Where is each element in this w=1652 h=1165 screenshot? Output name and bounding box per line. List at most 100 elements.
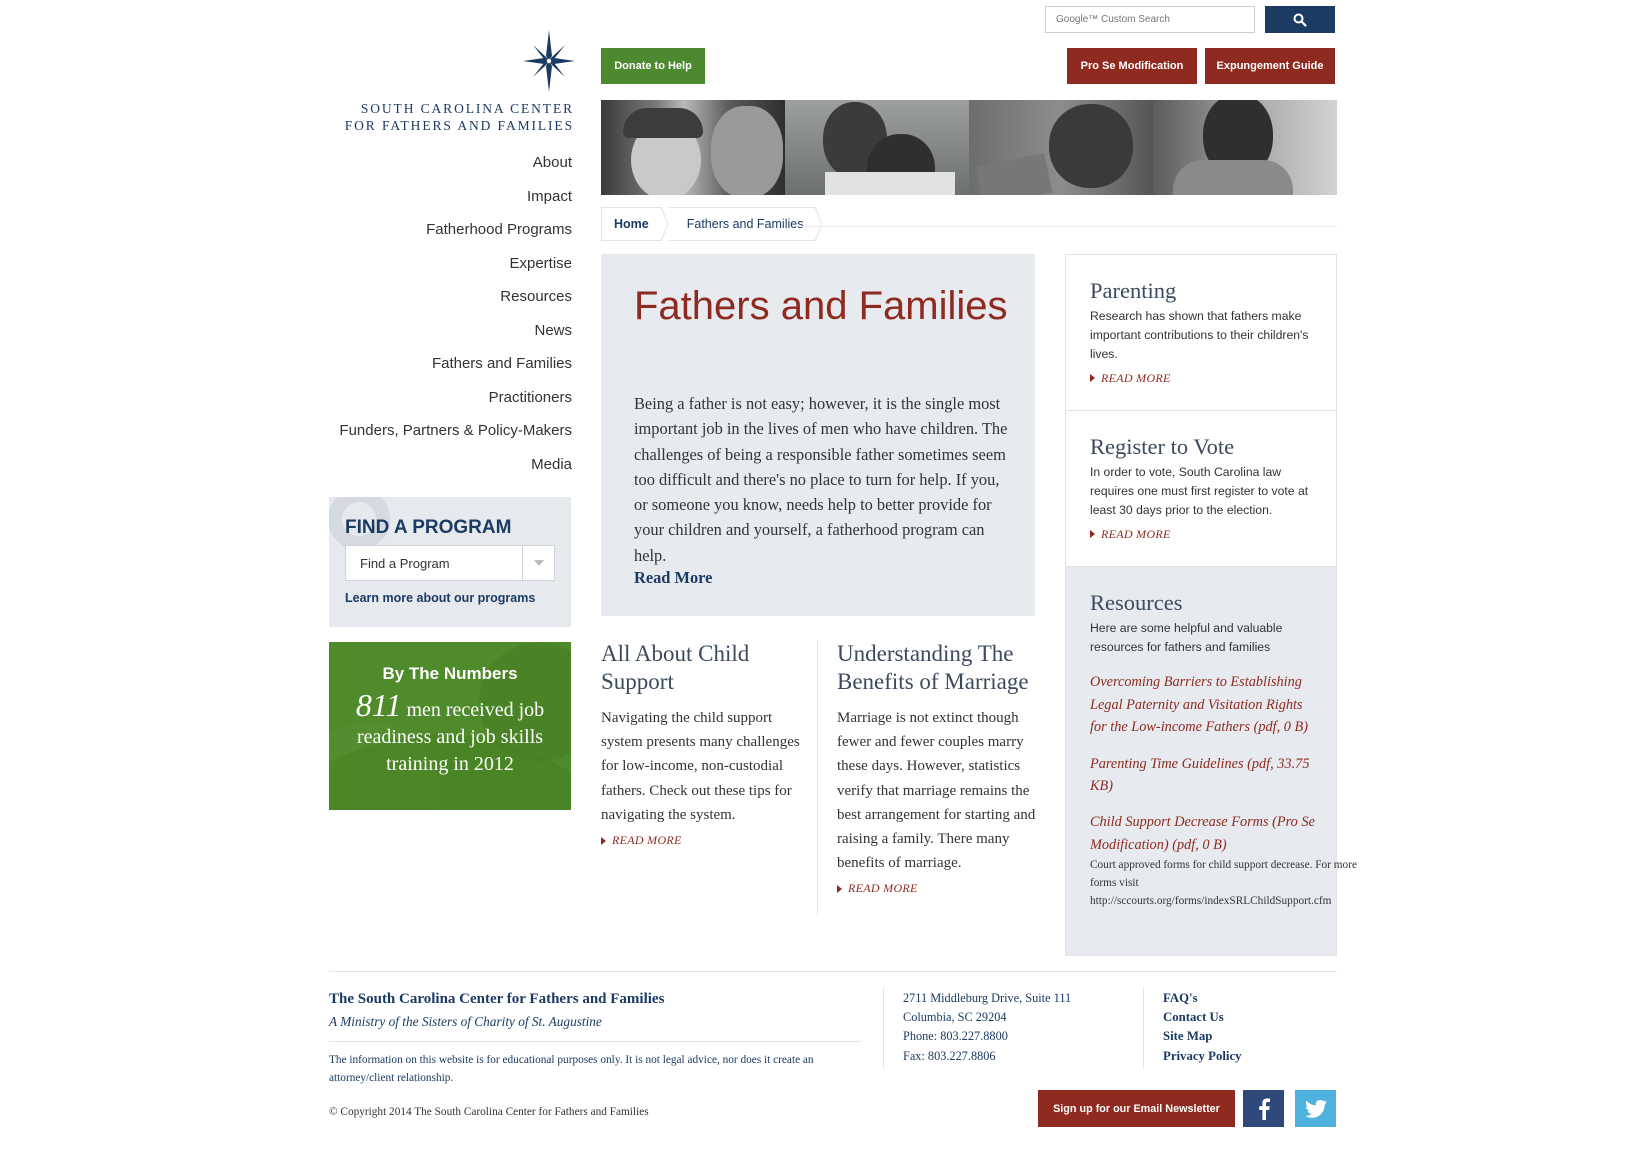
arrow-right-icon (1090, 374, 1095, 383)
article-marriage: Understanding The Benefits of Marriage M… (837, 640, 1037, 896)
banner-photo-3 (969, 100, 1153, 195)
arrow-right-icon (837, 884, 842, 893)
breadcrumb-current: Fathers and Families (668, 207, 816, 241)
chevron-down-icon[interactable] (522, 546, 554, 580)
by-the-numbers-title: By The Numbers (382, 664, 518, 683)
article-read-more-link[interactable]: READ MORE (837, 881, 1037, 896)
footer-ministry: A Ministry of the Sisters of Charity of … (329, 1014, 602, 1029)
footer-link-sitemap[interactable]: Site Map (1163, 1027, 1242, 1046)
nav-item-about[interactable]: About (320, 152, 572, 186)
register-vote-title[interactable]: Register to Vote (1090, 433, 1312, 461)
banner-photo-2 (785, 100, 969, 195)
nav-item-resources[interactable]: Resources (320, 286, 572, 320)
hero-body: Being a father is not easy; however, it … (634, 394, 1008, 565)
read-more-label: READ MORE (848, 881, 918, 896)
footer-org-name: The South Carolina Center for Fathers an… (329, 991, 665, 1007)
breadcrumb-rule (800, 226, 1337, 227)
find-program-select-value: Find a Program (360, 555, 450, 571)
register-vote-box: Register to Vote In order to vote, South… (1066, 411, 1336, 567)
resource-link-paternity[interactable]: Overcoming Barriers to Establishing Lega… (1090, 671, 1320, 738)
footer-copyright: © Copyright 2014 The South Carolina Cent… (329, 1106, 649, 1118)
footer-address: 2711 Middleburg Drive, Suite 111 Columbi… (903, 989, 1071, 1066)
nav-item-impact[interactable]: Impact (320, 186, 572, 220)
search-button[interactable] (1265, 6, 1335, 33)
footer-link-contact[interactable]: Contact Us (1163, 1008, 1242, 1027)
footer-divider (1143, 988, 1144, 1068)
footer-inner-rule (329, 1041, 861, 1042)
breadcrumb-home[interactable]: Home (601, 207, 661, 241)
donate-button[interactable]: Donate to Help (601, 48, 705, 84)
article-body: Navigating the child support system pres… (601, 710, 800, 823)
banner-photo-1 (601, 100, 785, 195)
learn-more-programs-link[interactable]: Learn more about our programs (345, 591, 535, 605)
resource-link-child-support-forms[interactable]: Child Support Decrease Forms (Pro Se Mod… (1090, 811, 1320, 856)
find-program-box: FIND A PROGRAM Find a Program Learn more… (329, 497, 571, 627)
register-vote-body: In order to vote, South Carolina law req… (1090, 465, 1309, 518)
read-more-label: READ MORE (612, 833, 682, 848)
read-more-label: READ MORE (1101, 370, 1171, 385)
facebook-icon[interactable] (1243, 1090, 1284, 1127)
resources-title[interactable]: Resources (1090, 589, 1312, 617)
main-nav: About Impact Fatherhood Programs Experti… (320, 152, 572, 487)
nav-item-fatherhood-programs[interactable]: Fatherhood Programs (320, 219, 572, 253)
register-vote-read-more-link[interactable]: READ MORE (1090, 527, 1312, 542)
stat-value: 811 (355, 687, 402, 723)
address-line: Columbia, SC 29204 (903, 1010, 1007, 1025)
footer-rule (329, 971, 1337, 972)
nav-item-fathers-and-families[interactable]: Fathers and Families (320, 353, 572, 387)
parenting-title[interactable]: Parenting (1090, 277, 1312, 305)
compass-star-icon[interactable] (523, 30, 575, 92)
arrow-right-icon (1090, 530, 1095, 539)
breadcrumb-end-icon (815, 207, 823, 241)
nav-item-expertise[interactable]: Expertise (320, 253, 572, 287)
read-more-label: READ MORE (1101, 526, 1171, 541)
page-title: Fathers and Families (634, 284, 1008, 328)
nav-item-practitioners[interactable]: Practitioners (320, 387, 572, 421)
logo-line-1: SOUTH CAROLINA CENTER (360, 101, 574, 116)
address-fax: Fax: 803.227.8806 (903, 1048, 996, 1063)
parenting-box: Parenting Research has shown that father… (1066, 255, 1336, 411)
by-the-numbers-stat: 811 men received job readiness and job s… (329, 689, 571, 778)
resources-body: Here are some helpful and valuable resou… (1090, 621, 1283, 655)
by-the-numbers-box: By The Numbers 811 men received job read… (329, 642, 571, 810)
breadcrumb-separator-icon (660, 207, 669, 241)
address-line: 2711 Middleburg Drive, Suite 111 (903, 991, 1072, 1005)
resource-link-parenting-time[interactable]: Parenting Time Guidelines (pdf, 33.75 KB… (1090, 753, 1320, 798)
parenting-body: Research has shown that fathers make imp… (1090, 309, 1309, 362)
arrow-right-icon (601, 836, 606, 845)
hero-panel: Fathers and Families Being a father is n… (601, 254, 1035, 616)
footer-links: FAQ's Contact Us Site Map Privacy Policy (1163, 989, 1242, 1066)
article-read-more-link[interactable]: READ MORE (601, 833, 801, 848)
photo-banner (601, 100, 1337, 195)
nav-item-media[interactable]: Media (320, 454, 572, 488)
newsletter-signup-button[interactable]: Sign up for our Email Newsletter (1038, 1090, 1235, 1127)
nav-item-funders[interactable]: Funders, Partners & Policy-Makers (320, 420, 572, 454)
find-program-select[interactable]: Find a Program (345, 545, 555, 581)
site-logo-text[interactable]: SOUTH CAROLINA CENTER FOR FATHERS AND FA… (320, 100, 574, 134)
column-divider (817, 640, 818, 915)
expungement-guide-button[interactable]: Expungement Guide (1205, 48, 1335, 84)
article-title[interactable]: Understanding The Benefits of Marriage (837, 640, 1037, 696)
hero-read-more-link[interactable]: Read More (634, 568, 712, 588)
footer-disclaimer: The information on this website is for e… (329, 1054, 814, 1084)
search-box[interactable] (1045, 6, 1255, 33)
banner-photo-4 (1153, 100, 1337, 195)
resources-box: Resources Here are some helpful and valu… (1066, 567, 1357, 955)
search-input[interactable] (1046, 7, 1254, 32)
search-icon (1293, 13, 1307, 27)
footer-link-privacy[interactable]: Privacy Policy (1163, 1047, 1242, 1066)
parenting-read-more-link[interactable]: READ MORE (1090, 371, 1312, 386)
twitter-icon[interactable] (1295, 1090, 1336, 1127)
article-body: Marriage is not extinct though fewer and… (837, 710, 1036, 872)
breadcrumb: Home Fathers and Families (601, 207, 823, 241)
article-title[interactable]: All About Child Support (601, 640, 801, 696)
footer-link-faqs[interactable]: FAQ's (1163, 989, 1242, 1008)
logo-line-2: FOR FATHERS AND FAMILIES (344, 118, 574, 133)
article-child-support: All About Child Support Navigating the c… (601, 640, 801, 848)
find-program-title: FIND A PROGRAM (345, 517, 512, 538)
right-sidebar: Parenting Research has shown that father… (1065, 254, 1357, 956)
resource-note: Court approved forms for child support d… (1090, 859, 1357, 908)
address-phone: Phone: 803.227.8800 (903, 1029, 1008, 1044)
pro-se-modification-button[interactable]: Pro Se Modification (1067, 48, 1197, 84)
nav-item-news[interactable]: News (320, 320, 572, 354)
